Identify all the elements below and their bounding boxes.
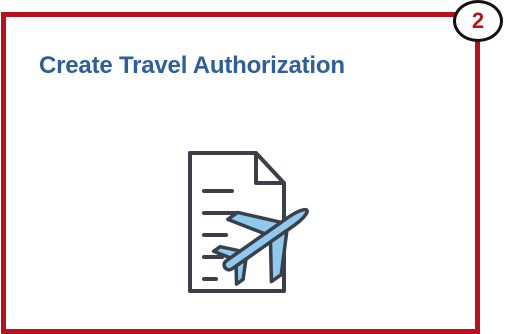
screen: Create Travel Authorization 2	[0, 0, 507, 334]
create-travel-authorization-tile[interactable]: Create Travel Authorization	[1, 12, 480, 334]
document-airplane-icon	[162, 149, 322, 299]
tile-title: Create Travel Authorization	[39, 52, 345, 79]
step-number-badge: 2	[453, 0, 503, 42]
